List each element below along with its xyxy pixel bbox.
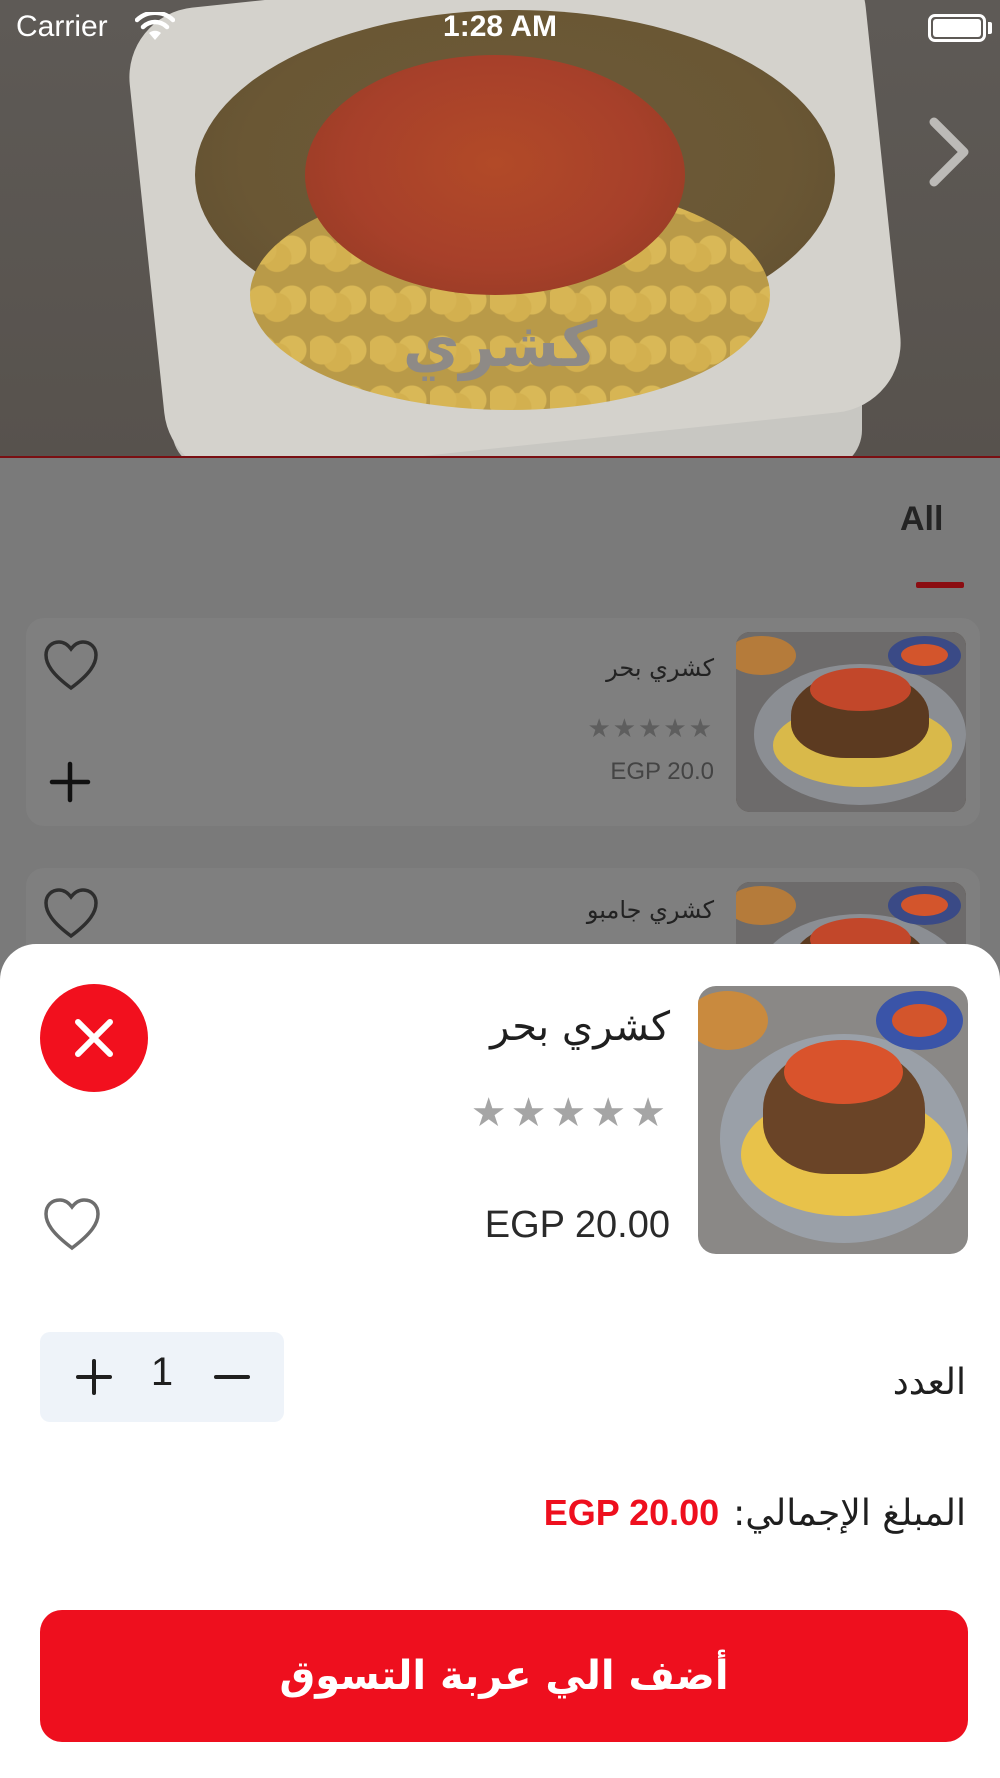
- item-price: EGP 20.0: [610, 758, 714, 785]
- add-to-cart-button[interactable]: أضف الي عربة التسوق: [40, 1610, 968, 1742]
- item-rating: ★★★★★: [587, 714, 714, 744]
- minus-icon: [214, 1375, 250, 1379]
- quantity-stepper: 1: [40, 1332, 284, 1422]
- heart-outline-icon[interactable]: [42, 1196, 102, 1252]
- item-image: [698, 986, 968, 1254]
- heart-outline-icon[interactable]: [42, 638, 100, 692]
- total-value: EGP 20.00: [543, 1492, 720, 1533]
- chevron-right-icon[interactable]: [920, 112, 980, 192]
- quantity-label: العدد: [892, 1362, 966, 1403]
- clock: 1:28 AM: [443, 10, 557, 43]
- item-price: EGP 20.00: [484, 1204, 670, 1246]
- increment-button[interactable]: [54, 1332, 134, 1422]
- battery-icon: [928, 14, 986, 42]
- hero-title: كشري: [402, 308, 598, 381]
- quantity-value: 1: [150, 1350, 174, 1394]
- item-thumbnail: [736, 632, 966, 812]
- battery-cap: [988, 22, 992, 34]
- item-detail-sheet: كشري بحر ★★★★★ EGP 20.00 العدد 1 المبلغ …: [0, 944, 1000, 1778]
- plus-icon: [76, 1359, 112, 1395]
- item-rating: ★★★★★: [470, 1090, 670, 1136]
- total-row: المبلغ الإجمالي: EGP 20.00: [544, 1492, 966, 1534]
- total-label: المبلغ الإجمالي:: [733, 1493, 966, 1534]
- close-icon: [75, 1019, 113, 1057]
- heart-outline-icon[interactable]: [42, 886, 100, 940]
- item-name: كشري جامبو: [586, 896, 714, 924]
- tab-indicator: [916, 582, 964, 588]
- hero-divider: [0, 456, 1000, 458]
- status-bar: Carrier 1:28 AM: [0, 0, 1000, 60]
- hero-food-sauce: [305, 55, 685, 295]
- list-item[interactable]: كشري بحر ★★★★★ EGP 20.0: [26, 618, 980, 826]
- close-button[interactable]: [40, 984, 148, 1092]
- hero-banner: كشري: [0, 0, 1000, 458]
- plus-icon[interactable]: [46, 758, 94, 806]
- decrement-button[interactable]: [192, 1332, 272, 1422]
- tab-all[interactable]: All: [900, 500, 943, 539]
- item-name: كشري بحر: [490, 1004, 670, 1050]
- item-name: كشري بحر: [606, 654, 714, 682]
